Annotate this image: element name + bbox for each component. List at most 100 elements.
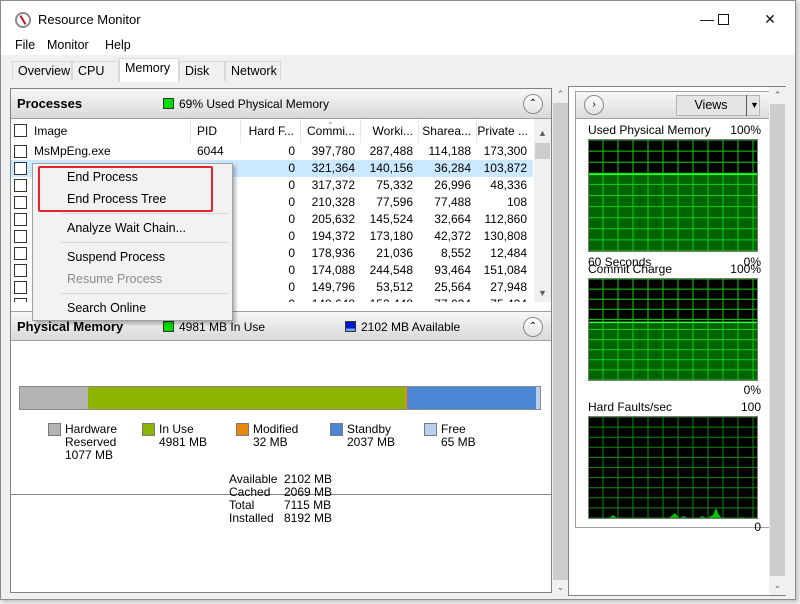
process-private: 130,808 [483, 229, 527, 243]
menu-separator [61, 213, 229, 214]
main-scroll-thumb[interactable] [553, 103, 568, 580]
graph-title: Hard Faults/sec [588, 400, 673, 414]
process-checkbox[interactable] [14, 230, 27, 243]
tab-overview[interactable]: Overview [12, 61, 72, 81]
process-hard-faults: 0 [288, 195, 295, 209]
process-image: MsMpEng.exe [34, 144, 111, 158]
process-working: 53,512 [376, 280, 413, 294]
memory-stats: Available 2102 MB Cached 2069 MB Total 7115 M… [229, 473, 332, 525]
graph-svg [589, 278, 757, 381]
column-header-working[interactable]: Worki... [361, 119, 419, 143]
processes-collapse-button[interactable]: ⌃ [523, 94, 543, 114]
memory-legend-item: In Use 4981 MB [142, 423, 208, 449]
graphs-scrollbar[interactable]: ⌃ ⌄ [769, 87, 786, 595]
scroll-up-icon[interactable]: ▲ [534, 125, 551, 142]
tab-disk[interactable]: Disk [179, 61, 225, 81]
process-checkbox[interactable] [14, 145, 27, 158]
column-header-private[interactable]: Private ... [477, 119, 533, 143]
graphs-scroll-up-icon[interactable]: ⌃ [769, 87, 786, 104]
process-checkbox[interactable] [14, 247, 27, 260]
graphs-header: › Views ▼ [575, 91, 774, 119]
graph-min-label: 0 [754, 520, 761, 534]
graph-canvas [588, 278, 758, 381]
memory-segment-in-use [88, 387, 405, 409]
physical-memory-body: Hardware Reserved 1077 MB In Use 4981 MB Modi… [11, 342, 551, 525]
views-dropdown-arrow-icon[interactable]: ▼ [746, 95, 762, 116]
process-shareable: 77,488 [434, 195, 471, 209]
menu-monitor[interactable]: Monitor [47, 38, 89, 52]
process-checkbox[interactable] [14, 264, 27, 277]
process-commit: 317,372 [311, 178, 355, 192]
processes-scrollbar[interactable]: ▲ ▼ [534, 119, 551, 302]
sort-descending-icon: ⌄ [327, 119, 334, 126]
processes-title: Processes [17, 96, 83, 111]
process-working: 244,548 [369, 263, 413, 277]
menu-help[interactable]: Help [105, 38, 131, 52]
process-commit: 174,088 [311, 263, 355, 277]
process-checkbox[interactable] [14, 179, 27, 192]
physical-memory-title: Physical Memory [17, 319, 124, 334]
process-row[interactable]: MsMpEng.exe 6044 0 397,780 287,488 114,188 173… [11, 143, 533, 160]
memory-usage-bar [19, 386, 541, 410]
graph-canvas [588, 139, 758, 252]
menu-item-suspend-process[interactable]: Suspend Process [67, 250, 165, 264]
process-checkbox[interactable] [14, 196, 27, 209]
process-shareable: 42,372 [434, 229, 471, 243]
expand-graphs-button[interactable]: › [584, 95, 604, 115]
legend-swatch-icon [424, 423, 437, 436]
title-bar: Resource Monitor — ✕ [1, 1, 795, 37]
process-commit: 205,632 [311, 212, 355, 226]
column-header-image[interactable]: Image [11, 119, 191, 143]
process-checkbox[interactable] [14, 162, 27, 175]
menu-file[interactable]: File [15, 38, 35, 52]
available-summary: 2102 MB Available [361, 320, 461, 334]
scroll-down-icon[interactable]: ▼ [534, 285, 551, 302]
legend-text: 65 MB [441, 435, 476, 449]
graph-title: Commit Charge [588, 262, 673, 276]
legend-swatch-icon [330, 423, 343, 436]
process-hard-faults: 0 [288, 280, 295, 294]
physical-memory-collapse-button[interactable]: ⌃ [523, 317, 543, 337]
main-scrollbar[interactable]: ⌃ ⌄ [553, 86, 568, 596]
process-working: 173,180 [369, 229, 413, 243]
close-button[interactable]: ✕ [747, 1, 793, 37]
graphs-scroll-thumb[interactable] [770, 104, 785, 576]
graph-max-label: 100% [730, 123, 761, 137]
column-header-pid[interactable]: PID [191, 119, 241, 143]
memory-legend-item: Hardware Reserved 1077 MB [48, 423, 117, 462]
select-all-checkbox[interactable] [14, 124, 27, 137]
memory-legend-item: Standby 2037 MB [330, 423, 395, 449]
menu-item-analyze-wait-chain[interactable]: Analyze Wait Chain... [67, 221, 186, 235]
graphs-scroll-down-icon[interactable]: ⌄ [769, 577, 786, 594]
maximize-button[interactable] [700, 1, 746, 37]
legend-text: 4981 MB [159, 435, 208, 449]
process-private: 112,860 [484, 212, 528, 226]
process-working: 145,524 [369, 212, 413, 226]
process-private: 108 [506, 195, 527, 209]
memory-segment-standby [406, 387, 536, 409]
processes-scroll-thumb[interactable] [535, 143, 550, 159]
process-hard-faults: 0 [288, 212, 295, 226]
process-checkbox[interactable] [14, 213, 27, 226]
tab-network[interactable]: Network [225, 61, 281, 81]
stat-label: Installed [229, 511, 274, 525]
available-swatch-icon [345, 321, 356, 332]
process-checkbox[interactable] [14, 298, 27, 302]
processes-header[interactable]: Processes 69% Used Physical Memory ⌃ [11, 89, 551, 119]
column-header-hard-faults[interactable]: Hard F... [241, 119, 301, 143]
process-working: 287,488 [369, 144, 413, 158]
legend-text: 32 MB [253, 435, 288, 449]
process-checkbox[interactable] [14, 281, 27, 294]
menu-item-search-online[interactable]: Search Online [67, 301, 146, 315]
main-scroll-up-icon[interactable]: ⌃ [552, 86, 569, 103]
processes-summary: 69% Used Physical Memory [179, 97, 330, 111]
maximize-icon [717, 13, 729, 25]
process-commit: 148,648 [301, 296, 361, 302]
graph-max-label: 100 [740, 400, 761, 414]
column-header-shareable[interactable]: Sharea... [419, 119, 477, 143]
process-private: 151,084 [483, 263, 527, 277]
tab-cpu[interactable]: CPU [72, 61, 119, 81]
used-memory-swatch-icon [163, 98, 174, 109]
tab-memory[interactable]: Memory [119, 58, 179, 82]
main-scroll-down-icon[interactable]: ⌄ [552, 579, 569, 596]
